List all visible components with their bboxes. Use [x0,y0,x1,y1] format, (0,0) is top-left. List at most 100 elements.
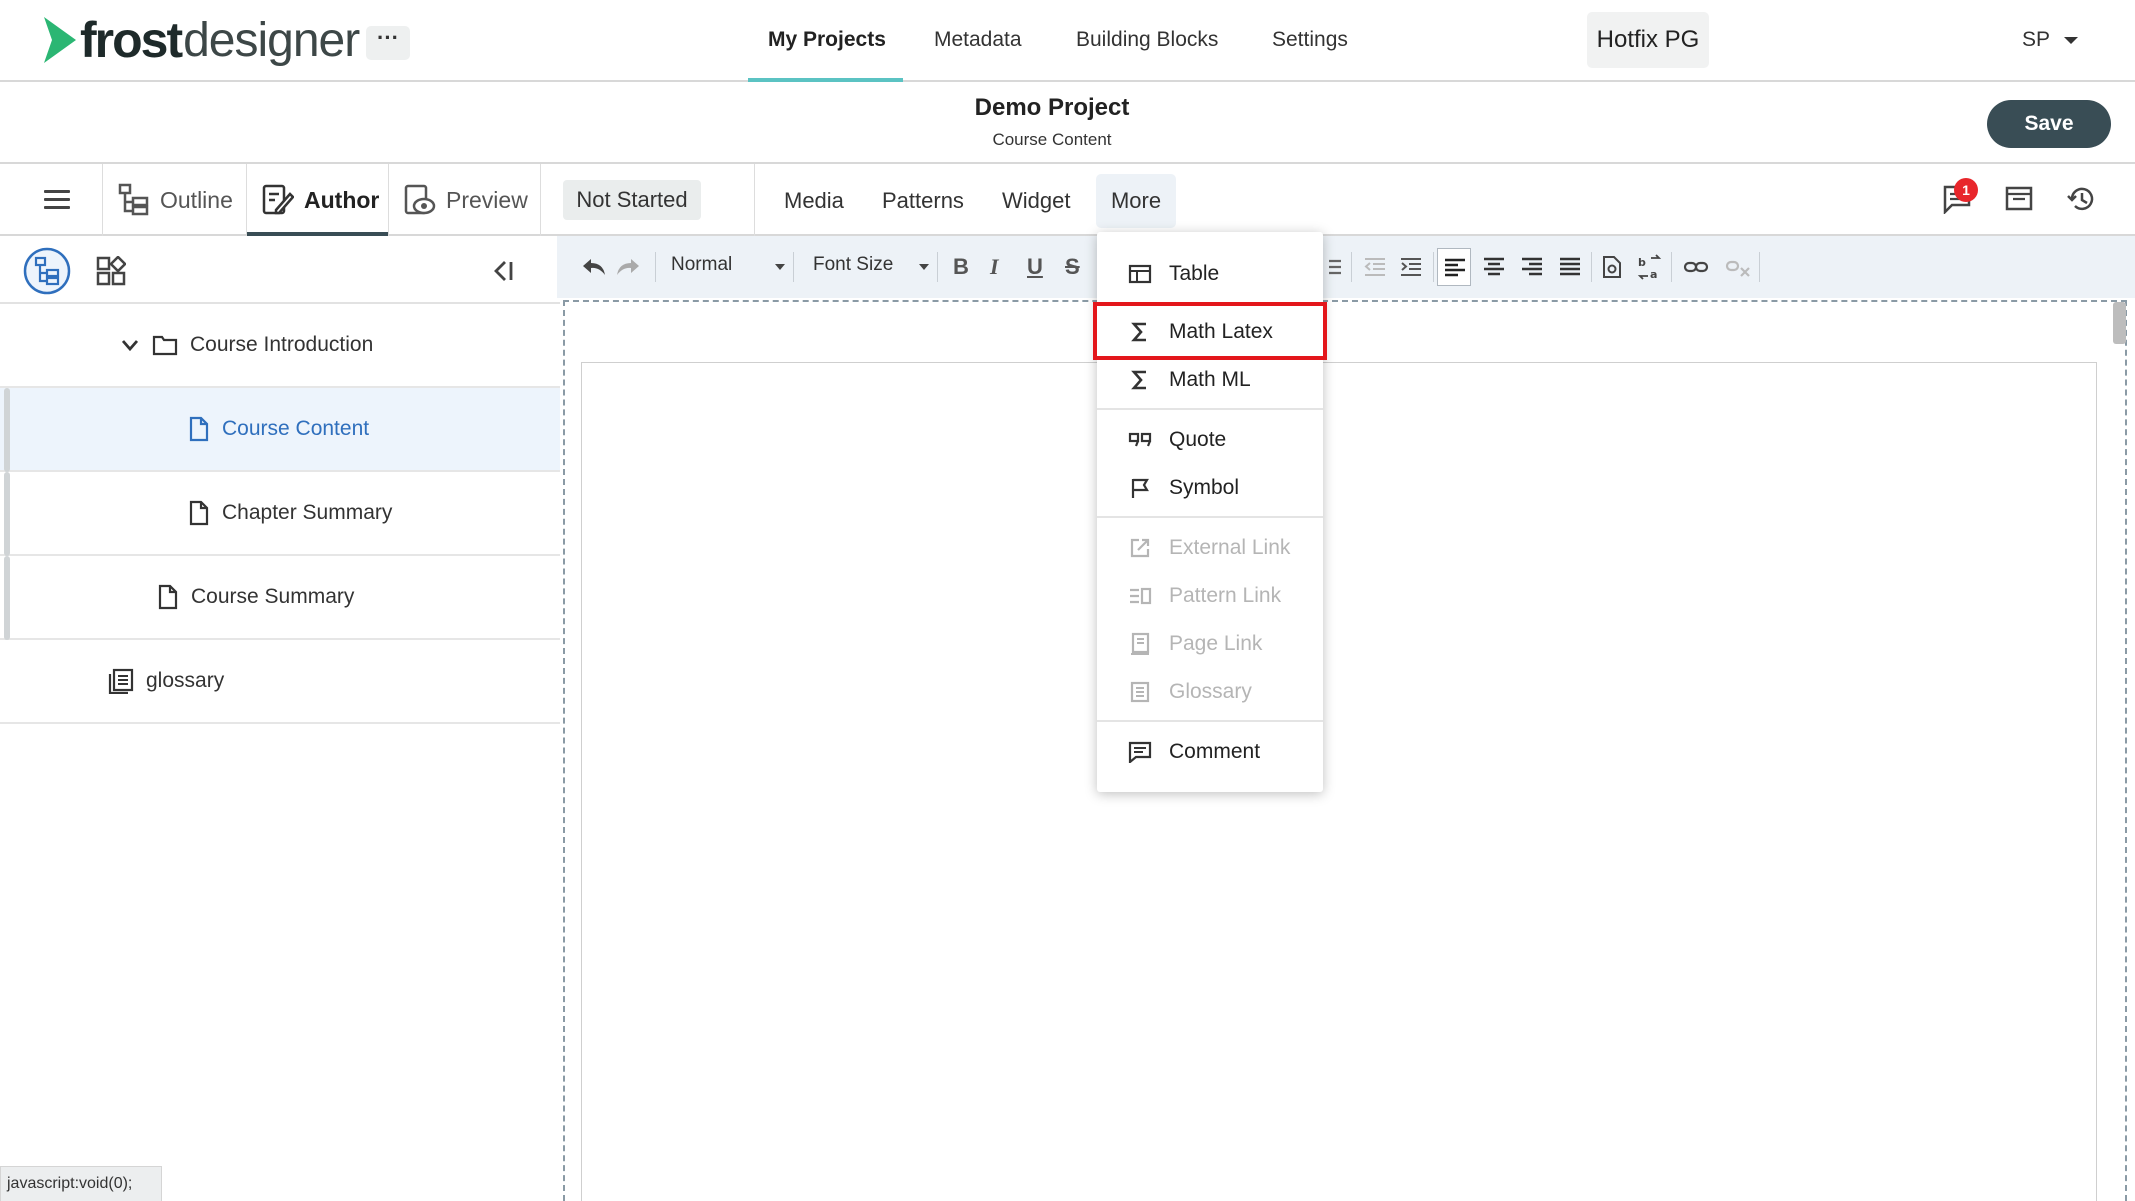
history-icon[interactable] [2066,184,2096,214]
chevron-down-icon[interactable] [120,335,140,355]
toolbar-divider [1671,252,1672,282]
editor-scrollbar[interactable] [2113,302,2126,344]
underline-button[interactable]: U [1027,254,1043,280]
project-header: Demo Project Course Content Save [0,82,2135,164]
embed-page-icon[interactable] [1601,255,1623,279]
nav-metadata[interactable]: Metadata [934,28,1022,52]
app-logo[interactable]: frost designer [42,12,360,68]
hamburger-menu-icon[interactable] [44,190,70,210]
menu-item-page-link[interactable]: Page Link [1097,620,1323,668]
menu-item-comment[interactable]: Comment [1097,728,1323,776]
status-bar-url: javascript:void(0); [0,1166,162,1201]
editor-content-area[interactable] [581,362,2097,1201]
pattern-link-icon [1130,587,1152,605]
collapse-sidebar-icon[interactable] [490,258,516,284]
tab-author[interactable]: Author [262,164,379,236]
nav-building-blocks[interactable]: Building Blocks [1076,28,1218,52]
tab-preview-label: Preview [446,186,528,213]
unlink-icon[interactable] [1725,258,1751,278]
menu-item-math-ml[interactable]: Math ML [1097,356,1323,404]
menu-item-pattern-link[interactable]: Pattern Link [1097,572,1323,620]
italic-button[interactable]: I [990,254,999,280]
workspace-selector[interactable]: Hotfix PG [1587,12,1709,68]
nav-settings[interactable]: Settings [1272,28,1348,52]
divider [754,164,755,236]
flag-icon [1131,478,1149,498]
tab-author-label: Author [304,186,380,213]
tree-view-icon[interactable] [22,246,72,296]
align-justify-icon[interactable] [1559,257,1581,277]
link-icon[interactable] [1683,258,1709,276]
page-icon [158,584,178,610]
grid-view-icon[interactable] [96,256,126,286]
outline-sidebar: Course Introduction Course Content Chapt… [0,236,560,1201]
menu-item-symbol[interactable]: Symbol [1097,464,1323,512]
tree-item-label: glossary [146,669,225,692]
tree-item-chapter-summary[interactable]: Chapter Summary [0,472,560,556]
tab-outline[interactable]: Outline [118,164,233,236]
insert-widget[interactable]: Widget [1002,188,1070,214]
nav-my-projects[interactable]: My Projects [768,28,886,52]
undo-icon[interactable] [581,256,607,278]
user-initials: SP [2022,28,2051,51]
menu-item-glossary[interactable]: Glossary [1097,668,1323,716]
tree-item-course-introduction[interactable]: Course Introduction [0,304,560,388]
menu-item-label: External Link [1169,536,1291,559]
preview-icon [404,184,436,215]
menu-divider [1097,408,1323,410]
paragraph-style-select[interactable]: Normal [671,254,732,276]
menu-item-quote[interactable]: Quote [1097,416,1323,464]
menu-item-label: Table [1169,262,1220,285]
tree-item-label: Chapter Summary [222,501,393,524]
toolbar-divider [1591,252,1592,282]
strikethrough-button[interactable]: S [1065,254,1080,280]
menu-item-label: Page Link [1169,632,1263,655]
outdent-icon[interactable] [1363,256,1387,278]
notification-badge: 1 [1954,178,1978,202]
tree-item-course-summary[interactable]: Course Summary [0,556,560,640]
menu-item-label: Pattern Link [1169,584,1282,607]
menu-divider [1097,720,1323,722]
tree-item-label: Course Content [222,417,370,440]
chevron-down-icon[interactable] [919,264,929,270]
tab-outline-label: Outline [160,186,233,213]
chevron-down-icon [2064,36,2079,44]
menu-item-label: Comment [1169,740,1261,763]
divider [388,164,389,236]
align-center-icon[interactable] [1483,257,1505,277]
align-right-icon[interactable] [1521,257,1543,277]
quote-icon [1128,432,1152,447]
menu-item-external-link[interactable]: External Link [1097,524,1323,572]
menu-item-label: Quote [1169,428,1227,451]
divider [540,164,541,236]
status-badge[interactable]: Not Started [563,180,701,220]
align-left-button[interactable] [1437,248,1471,286]
redo-icon[interactable] [615,256,641,278]
list-icon[interactable] [1321,256,1343,278]
panel-icon[interactable] [2004,184,2034,214]
bold-button[interactable]: B [953,254,969,280]
logo-chevron-icon [44,17,76,63]
insert-patterns[interactable]: Patterns [882,188,964,214]
user-menu[interactable]: SP [2022,28,2079,52]
translate-icon[interactable]: b a [1637,254,1663,280]
sidebar-header [0,236,560,304]
tree-item-glossary[interactable]: glossary [0,640,560,724]
indent-icon[interactable] [1399,256,1423,278]
tab-preview[interactable]: Preview [404,164,528,236]
sigma-icon [1131,370,1146,390]
save-button[interactable]: Save [1987,100,2111,148]
logo-designer-text: designer [183,13,360,67]
insert-media[interactable]: Media [784,188,844,214]
insert-more[interactable]: More [1096,174,1176,228]
tree-item-label: Course Summary [191,585,355,608]
tree-item-course-content[interactable]: Course Content [0,388,560,472]
svg-text:a: a [1650,268,1657,280]
chevron-down-icon[interactable] [775,264,785,270]
toolbar-divider [793,252,794,282]
menu-item-label: Glossary [1169,680,1252,703]
table-icon [1128,264,1152,284]
menu-item-table[interactable]: Table [1097,250,1323,298]
font-size-select[interactable]: Font Size [813,254,893,276]
app-menu-button[interactable]: ··· [366,26,410,60]
